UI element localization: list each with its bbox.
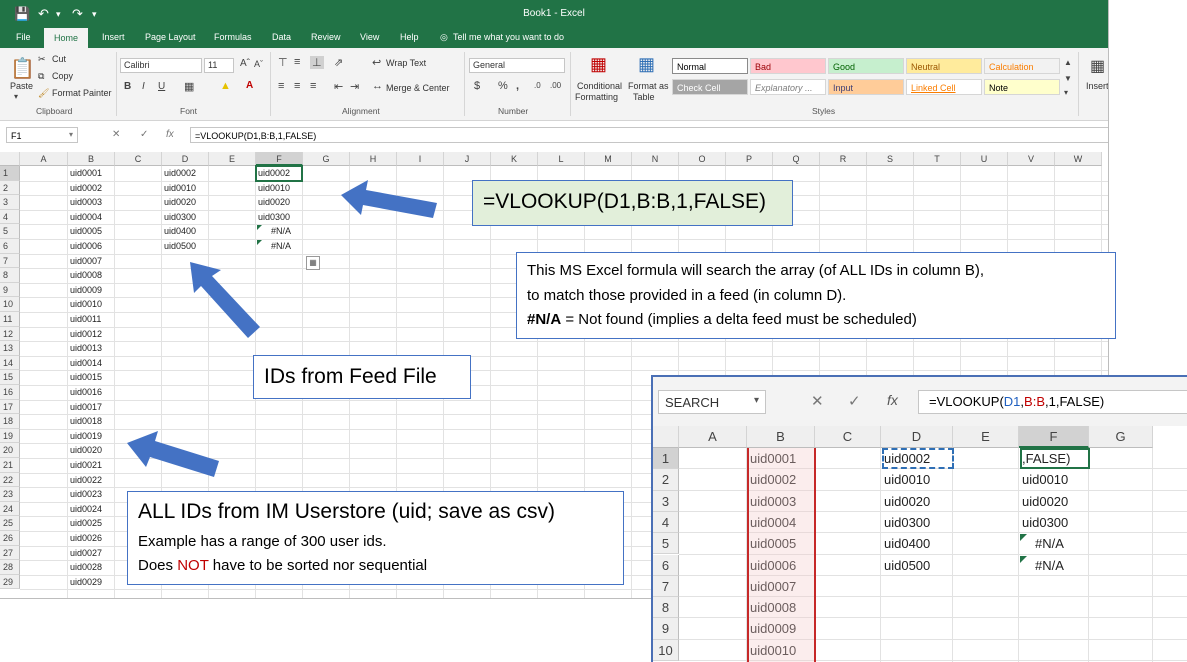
na-emphasis: #N/A (527, 311, 562, 328)
zoom-select-all-corner[interactable] (653, 426, 679, 448)
zoom-formula-bb: B:B (1024, 394, 1045, 409)
zoom-column-header-a[interactable]: A (679, 426, 747, 448)
zoom-cell-f4[interactable]: uid0300 (1022, 512, 1068, 533)
zoom-row-header-3[interactable]: 3 (653, 490, 679, 512)
zoom-column-gridline (1018, 448, 1019, 662)
zoom-formula-input[interactable]: =VLOOKUP(D1,B:B,1,FALSE) (918, 390, 1187, 414)
zoom-row-header-6[interactable]: 6 (653, 554, 679, 576)
all-ids-line-2b: have to be sorted nor sequential (208, 557, 428, 574)
zoom-cell-d3[interactable]: uid0020 (884, 491, 930, 512)
description-callout: This MS Excel formula will search the ar… (516, 252, 1116, 339)
zoom-cell-f6[interactable]: #N/A (1035, 555, 1064, 576)
description-line-3: #N/A = Not found (implies a delta feed m… (527, 311, 917, 328)
all-ids-line-2a: Does (138, 557, 178, 574)
zoom-column-gridline (1152, 448, 1153, 662)
zoom-column-header-d[interactable]: D (881, 426, 953, 448)
zoom-row-header-4[interactable]: 4 (653, 511, 679, 534)
zoom-name-box-text: SEARCH (665, 395, 720, 410)
zoom-enter-icon[interactable]: ✓ (848, 392, 861, 410)
zoom-formula-d1: D1 (1003, 394, 1021, 409)
zoom-cell-d6[interactable]: uid0500 (884, 555, 930, 576)
zoom-error-indicator-icon[interactable] (1020, 534, 1027, 542)
zoom-d1-highlight (882, 448, 954, 469)
zoom-insert-function-icon[interactable]: fx (887, 392, 898, 408)
all-ids-callout: ALL IDs from IM Userstore (uid; save as … (127, 491, 624, 585)
zoom-cell-d2[interactable]: uid0010 (884, 469, 930, 490)
zoom-error-indicator-icon[interactable] (1020, 555, 1027, 563)
zoom-formula-suffix: ,1,FALSE) (1045, 394, 1105, 409)
zoom-f1-active-cell (1020, 448, 1090, 469)
zoom-formula-prefix: =VLOOKUP( (929, 394, 1004, 409)
feed-file-text: IDs from Feed File (264, 365, 437, 388)
not-emphasis: NOT (177, 557, 209, 574)
arrow-to-formula-column (341, 180, 437, 218)
zoom-row-header-9[interactable]: 9 (653, 618, 679, 640)
zoom-cell-f3[interactable]: uid0020 (1022, 491, 1068, 512)
zoom-row-header-10[interactable]: 10 (653, 639, 679, 661)
all-ids-line-2: Does NOT have to be sorted nor sequentia… (138, 557, 427, 574)
zoom-column-header-e[interactable]: E (953, 426, 1019, 448)
zoom-row-header-1[interactable]: 1 (653, 448, 679, 470)
zoom-row-header-7[interactable]: 7 (653, 575, 679, 598)
feed-file-callout: IDs from Feed File (253, 355, 471, 399)
zoom-cell-f5[interactable]: #N/A (1035, 533, 1064, 554)
zoom-row-header-8[interactable]: 8 (653, 597, 679, 619)
zoom-cell-d4[interactable]: uid0300 (884, 512, 930, 533)
zoom-cancel-icon[interactable]: ✕ (811, 392, 824, 410)
all-ids-title: ALL IDs from IM Userstore (uid; save as … (138, 500, 555, 523)
formula-callout-text: =VLOOKUP(D1,B:B,1,FALSE) (483, 190, 767, 213)
zoom-row-header-5[interactable]: 5 (653, 533, 679, 555)
arrow-to-feed-column (190, 262, 260, 338)
arrow-to-all-ids-column (127, 431, 219, 477)
na-explanation: = Not found (implies a delta feed must b… (561, 311, 917, 328)
zoom-column-header-f[interactable]: F (1019, 426, 1089, 448)
formula-callout: =VLOOKUP(D1,B:B,1,FALSE) (472, 180, 793, 226)
description-line-1: This MS Excel formula will search the ar… (527, 262, 985, 279)
zoom-cell-f2[interactable]: uid0010 (1022, 469, 1068, 490)
zoom-column-header-g[interactable]: G (1089, 426, 1153, 448)
zoom-cell-d5[interactable]: uid0400 (884, 533, 930, 554)
zoom-range-b-highlight (747, 448, 816, 662)
zoom-row-header-2[interactable]: 2 (653, 469, 679, 491)
description-line-2: to match those provided in a feed (in co… (527, 287, 847, 304)
zoom-formula-bar: SEARCH ▾ ✕ ✓ fx =VLOOKUP(D1,B:B,1,FALSE) (653, 377, 1187, 426)
zoom-column-gridline (1088, 448, 1089, 662)
all-ids-line-1: Example has a range of 300 user ids. (138, 533, 387, 550)
zoom-name-box-dropdown-icon[interactable]: ▾ (754, 395, 759, 406)
zoomed-excel-view: SEARCH ▾ ✕ ✓ fx =VLOOKUP(D1,B:B,1,FALSE)… (651, 375, 1187, 662)
zoom-name-box[interactable]: SEARCH ▾ (658, 390, 766, 414)
zoom-column-header-c[interactable]: C (815, 426, 881, 448)
zoom-column-gridline (952, 448, 953, 662)
zoom-column-gridline (880, 448, 881, 662)
zoom-column-header-b[interactable]: B (747, 426, 815, 448)
